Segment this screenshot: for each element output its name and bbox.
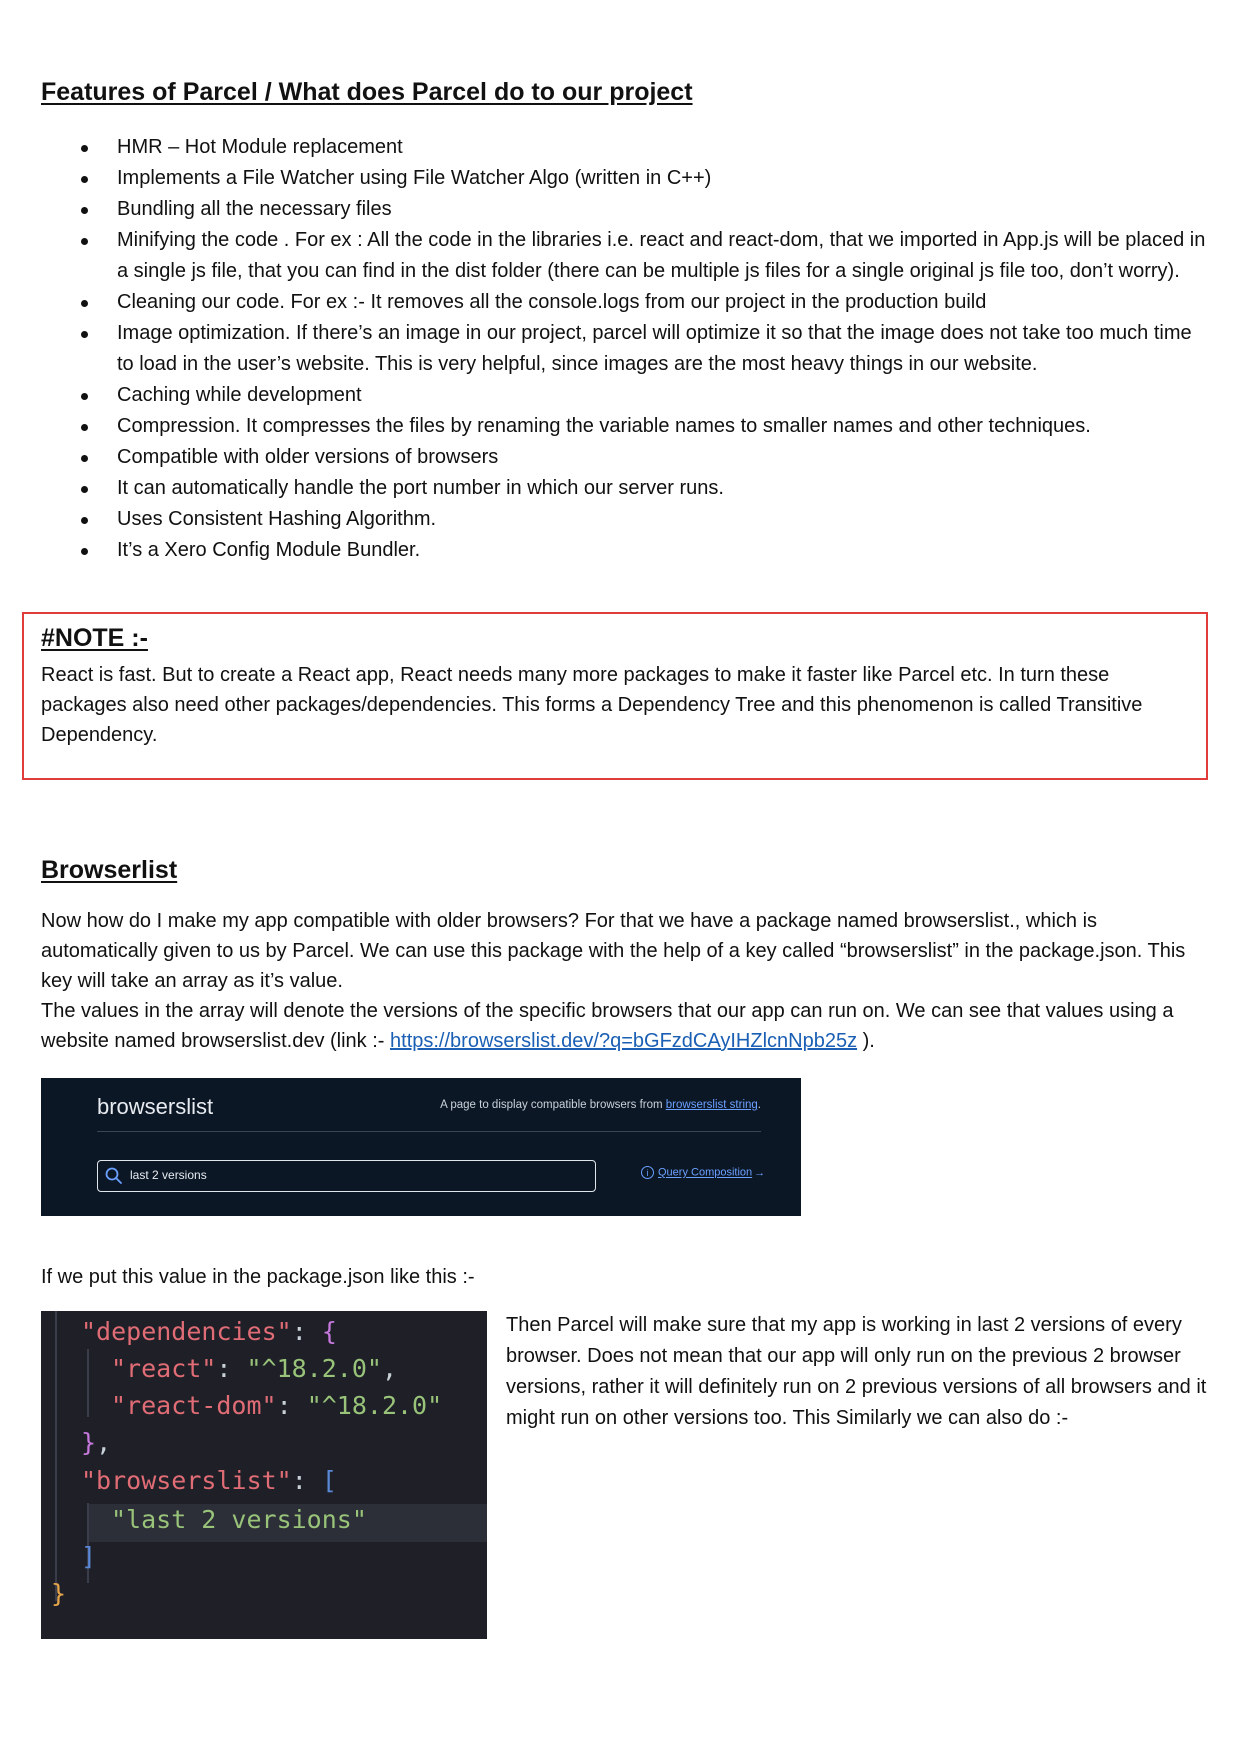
browserlist-heading: Browserlist (41, 856, 178, 884)
list-item: It’s a Xero Config Module Bundler. (41, 535, 1206, 566)
info-icon: i (641, 1166, 654, 1179)
package-json-code-screenshot: "dependencies": { "react": "^18.2.0", "r… (41, 1311, 487, 1639)
site-tagline: A page to display compatible browsers fr… (440, 1099, 761, 1111)
browserlist-side-paragraph: Then Parcel will make sure that my app i… (506, 1314, 1207, 1429)
search-value: last 2 versions (130, 1168, 207, 1182)
list-item: Bundling all the necessary files (41, 194, 1206, 225)
code-key: "react-dom" (111, 1391, 277, 1420)
browserlist-paragraph-1: Now how do I make my app compatible with… (41, 910, 1186, 992)
browserlist-paragraph-2: The values in the array will denote the … (41, 996, 1211, 1056)
list-item: Cleaning our code. For ex :- It removes … (41, 287, 1206, 318)
indent-guide (55, 1311, 57, 1601)
list-item: HMR – Hot Module replacement (41, 132, 1206, 163)
search-icon (105, 1167, 122, 1184)
indent-guide (87, 1349, 89, 1417)
list-item: Minifying the code . For ex : All the co… (41, 225, 1206, 287)
paragraph-text: ). (857, 1030, 875, 1052)
list-item: It can automatically handle the port num… (41, 473, 1206, 504)
site-title: browserslist (97, 1094, 214, 1119)
code-line: "browserslist": [ (81, 1466, 337, 1495)
tagline-text: . (757, 1099, 761, 1111)
note-box: #NOTE :- React is fast. But to create a … (22, 612, 1208, 780)
note-text: React is fast. But to create a React app… (41, 664, 1143, 746)
code-value: "^18.2.0" (246, 1354, 382, 1383)
browserslist-string-link[interactable]: browserslist string (666, 1099, 758, 1111)
code-key: "dependencies" (81, 1317, 292, 1346)
code-line: } (51, 1579, 67, 1608)
code-key: "browserslist" (81, 1466, 292, 1495)
list-item: Implements a File Watcher using File Wat… (41, 163, 1206, 194)
tagline-text: A page to display compatible browsers fr… (440, 1099, 666, 1111)
list-item: Compression. It compresses the files by … (41, 411, 1206, 442)
divider (97, 1131, 761, 1132)
search-input[interactable]: last 2 versions (97, 1160, 596, 1192)
list-item: Uses Consistent Hashing Algorithm. (41, 504, 1206, 535)
query-composition-link[interactable]: i Query Composition → (641, 1166, 765, 1179)
list-item: Image optimization. If there’s an image … (41, 318, 1206, 380)
browserlist-paragraph-3: If we put this value in the package.json… (41, 1266, 475, 1288)
list-item: Compatible with older versions of browse… (41, 442, 1206, 473)
query-composition-label: Query Composition (658, 1166, 753, 1179)
note-title: #NOTE :- (41, 624, 148, 652)
features-heading: Features of Parcel / What does Parcel do… (41, 78, 693, 106)
code-value: "^18.2.0" (306, 1391, 443, 1420)
list-item: Caching while development (41, 380, 1206, 411)
arrow-right-icon: → (754, 1166, 766, 1179)
document-page: Features of Parcel / What does Parcel do… (0, 0, 1241, 1755)
code-value: "last 2 versions" (111, 1505, 367, 1534)
code-line: "dependencies": { (81, 1317, 337, 1346)
browserslist-dev-link[interactable]: https://browserslist.dev/?q=bGFzdCAyIHZl… (390, 1030, 857, 1052)
features-list: HMR – Hot Module replacement Implements … (41, 132, 1206, 566)
code-line: }, (81, 1428, 112, 1457)
code-key: "react" (111, 1354, 217, 1383)
code-line: "last 2 versions" (111, 1503, 367, 1537)
code-line: "react": "^18.2.0", (111, 1354, 397, 1383)
code-line: ] (81, 1542, 97, 1571)
code-line: "react-dom": "^18.2.0" (111, 1391, 443, 1420)
browserslist-site-screenshot: browserslist A page to display compatibl… (41, 1078, 801, 1216)
